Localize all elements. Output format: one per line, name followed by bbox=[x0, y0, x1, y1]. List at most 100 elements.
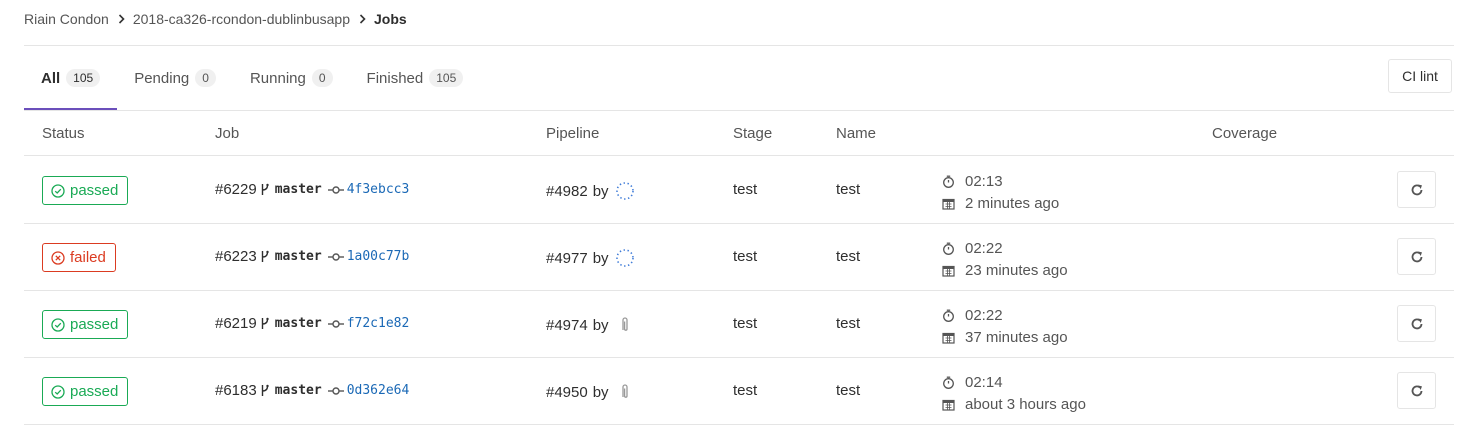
breadcrumb-user[interactable]: Riain Condon bbox=[24, 11, 109, 27]
header-stage: Stage bbox=[733, 125, 773, 142]
branch-icon bbox=[261, 183, 269, 195]
stage-cell: test bbox=[733, 248, 758, 265]
table-row: passed #6229 master 4f3ebcc3 #4982 by te… bbox=[24, 157, 1454, 224]
header-job: Job bbox=[215, 125, 240, 142]
job-duration: 02:22 bbox=[965, 239, 1003, 257]
job-cell: #6183 master 0d362e64 bbox=[215, 382, 409, 399]
job-finished-time: 37 minutes ago bbox=[965, 328, 1068, 346]
timer-icon bbox=[943, 175, 954, 188]
retry-icon bbox=[1411, 184, 1422, 195]
pipeline-cell: #4977 by bbox=[546, 248, 635, 268]
tab-count-badge: 105 bbox=[66, 69, 101, 87]
calendar-icon bbox=[942, 399, 955, 411]
tab-label: Finished bbox=[366, 69, 424, 87]
branch-ref-link[interactable]: master bbox=[275, 316, 322, 331]
breadcrumb-current[interactable]: Jobs bbox=[374, 11, 407, 27]
commit-sha-link[interactable]: f72c1e82 bbox=[347, 316, 410, 331]
tab-label: All bbox=[41, 69, 61, 87]
tab-count-badge: 105 bbox=[429, 69, 464, 87]
retry-button[interactable] bbox=[1397, 372, 1436, 409]
job-cell: #6219 master f72c1e82 bbox=[215, 315, 409, 332]
branch-icon bbox=[261, 317, 269, 329]
paperclip-avatar-icon[interactable] bbox=[615, 315, 635, 335]
timer-icon bbox=[943, 309, 954, 322]
timer-icon bbox=[943, 376, 954, 389]
table-row: passed #6219 master f72c1e82 #4974 by te… bbox=[24, 291, 1454, 358]
paperclip-avatar-icon[interactable] bbox=[615, 382, 635, 402]
jobs-table-header: Status Job Pipeline Stage Name Coverage bbox=[24, 111, 1454, 156]
tab-label: Running bbox=[249, 69, 306, 87]
user-avatar-icon[interactable] bbox=[615, 248, 635, 268]
ci-lint-button[interactable]: CI lint bbox=[1388, 59, 1452, 93]
retry-button[interactable] bbox=[1397, 305, 1436, 342]
branch-icon bbox=[261, 384, 269, 396]
breadcrumb: Riain Condon 2018-ca326-rcondon-dublinbu… bbox=[24, 10, 407, 28]
pipeline-cell: #4974 by bbox=[546, 315, 635, 335]
job-finished-time: 2 minutes ago bbox=[965, 194, 1060, 212]
time-cell: 02:22 23 minutes ago bbox=[942, 237, 1068, 281]
status-label: passed bbox=[70, 316, 119, 333]
commit-sha-link[interactable]: 4f3ebcc3 bbox=[347, 182, 410, 197]
pipeline-link[interactable]: #4977 bbox=[546, 250, 588, 267]
retry-icon bbox=[1411, 318, 1422, 329]
stage-cell: test bbox=[733, 181, 758, 198]
scope-tabs: All 105 Pending 0 Running 0 Finished 105 bbox=[24, 46, 480, 110]
user-avatar-icon[interactable] bbox=[615, 181, 635, 201]
pipeline-by-label: by bbox=[592, 249, 609, 267]
header-name: Name bbox=[836, 125, 877, 142]
job-duration: 02:22 bbox=[965, 306, 1003, 324]
tab-finished[interactable]: Finished 105 bbox=[350, 46, 481, 110]
branch-ref-link[interactable]: master bbox=[275, 249, 322, 264]
status-badge[interactable]: passed bbox=[42, 310, 129, 339]
header-pipeline: Pipeline bbox=[546, 125, 600, 142]
pipeline-by-label: by bbox=[592, 182, 609, 200]
breadcrumb-project[interactable]: 2018-ca326-rcondon-dublinbusapp bbox=[133, 11, 350, 27]
status-failed-icon bbox=[51, 250, 65, 265]
job-link[interactable]: #6223 bbox=[215, 248, 257, 265]
pipeline-by-label: by bbox=[592, 383, 609, 401]
stage-cell: test bbox=[733, 315, 758, 332]
header-coverage: Coverage bbox=[1212, 125, 1278, 142]
pipeline-link[interactable]: #4950 bbox=[546, 384, 588, 401]
tab-all[interactable]: All 105 bbox=[24, 46, 118, 110]
jobs-page: Riain Condon 2018-ca326-rcondon-dublinbu… bbox=[0, 0, 1464, 429]
job-link[interactable]: #6183 bbox=[215, 382, 257, 399]
name-cell: test bbox=[836, 181, 861, 198]
job-link[interactable]: #6229 bbox=[215, 181, 257, 198]
chevron-right-icon bbox=[118, 14, 125, 24]
tab-running[interactable]: Running 0 bbox=[233, 46, 350, 110]
name-cell: test bbox=[836, 315, 861, 332]
branch-ref-link[interactable]: master bbox=[275, 383, 322, 398]
pipeline-link[interactable]: #4974 bbox=[546, 317, 588, 334]
header-status: Status bbox=[42, 125, 85, 142]
table-row: passed #6183 master 0d362e64 #4950 by te… bbox=[24, 358, 1454, 425]
time-cell: 02:13 2 minutes ago bbox=[942, 170, 1059, 214]
job-link[interactable]: #6219 bbox=[215, 315, 257, 332]
status-badge[interactable]: failed bbox=[42, 243, 116, 272]
job-duration: 02:13 bbox=[965, 172, 1003, 190]
branch-icon bbox=[261, 250, 269, 262]
job-finished-time: about 3 hours ago bbox=[965, 395, 1086, 413]
branch-ref-link[interactable]: master bbox=[275, 182, 322, 197]
tab-pending[interactable]: Pending 0 bbox=[117, 46, 233, 110]
commit-sha-link[interactable]: 0d362e64 bbox=[347, 383, 410, 398]
pipeline-cell: #4950 by bbox=[546, 382, 635, 402]
status-badge[interactable]: passed bbox=[42, 377, 129, 406]
status-badge[interactable]: passed bbox=[42, 176, 129, 205]
job-cell: #6229 master 4f3ebcc3 bbox=[215, 181, 409, 198]
commit-sha-link[interactable]: 1a00c77b bbox=[347, 249, 410, 264]
pipeline-link[interactable]: #4982 bbox=[546, 183, 588, 200]
tab-count-badge: 0 bbox=[311, 69, 333, 87]
tab-label: Pending bbox=[134, 69, 190, 87]
job-finished-time: 23 minutes ago bbox=[965, 261, 1068, 279]
retry-icon bbox=[1411, 251, 1422, 262]
chevron-right-icon bbox=[359, 14, 366, 24]
name-cell: test bbox=[836, 382, 861, 399]
status-label: passed bbox=[70, 383, 119, 400]
status-label: failed bbox=[70, 249, 106, 266]
calendar-icon bbox=[942, 265, 955, 277]
calendar-icon bbox=[942, 198, 955, 210]
retry-button[interactable] bbox=[1397, 171, 1436, 208]
job-duration: 02:14 bbox=[965, 373, 1003, 391]
retry-button[interactable] bbox=[1397, 238, 1436, 275]
